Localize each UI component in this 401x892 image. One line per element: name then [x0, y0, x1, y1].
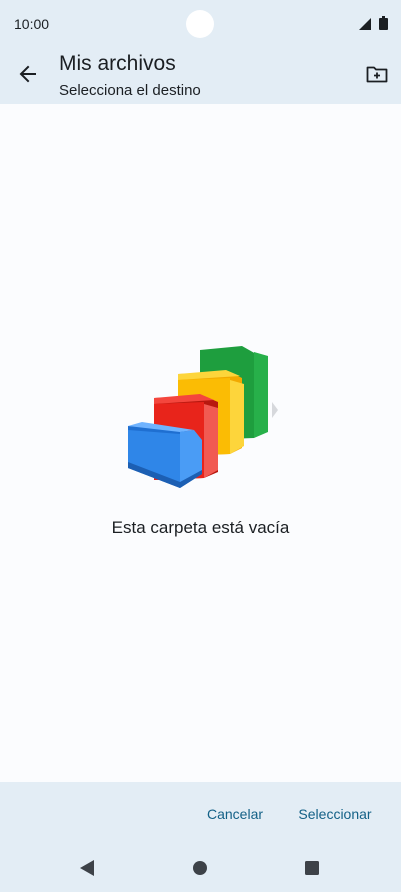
- screen: 10:00 Mis archivos Selecciona el destino: [0, 0, 401, 892]
- page-title: Mis archivos: [59, 52, 176, 75]
- status-bar: 10:00: [0, 0, 401, 48]
- app-bar: Mis archivos Selecciona el destino: [0, 48, 401, 104]
- status-time: 10:00: [14, 16, 50, 32]
- empty-folders-illustration: [128, 346, 278, 488]
- battery-icon: [379, 16, 388, 30]
- page-subtitle: Selecciona el destino: [59, 82, 201, 99]
- cancel-button[interactable]: Cancelar: [198, 800, 272, 828]
- nav-recents-icon[interactable]: [305, 861, 319, 875]
- signal-icon: [359, 18, 371, 30]
- select-button[interactable]: Seleccionar: [290, 800, 380, 828]
- arrow-left-icon: [19, 65, 36, 83]
- bottom-bar: Cancelar Seleccionar: [0, 782, 401, 892]
- content-area: Esta carpeta está vacía: [0, 104, 401, 782]
- new-folder-icon: [366, 66, 388, 83]
- new-folder-button[interactable]: [362, 60, 392, 88]
- nav-home-icon[interactable]: [193, 861, 207, 875]
- camera-cutout: [186, 10, 214, 38]
- nav-back-icon[interactable]: [80, 860, 94, 876]
- empty-folder-message: Esta carpeta está vacía: [111, 518, 290, 537]
- back-button[interactable]: [12, 58, 44, 90]
